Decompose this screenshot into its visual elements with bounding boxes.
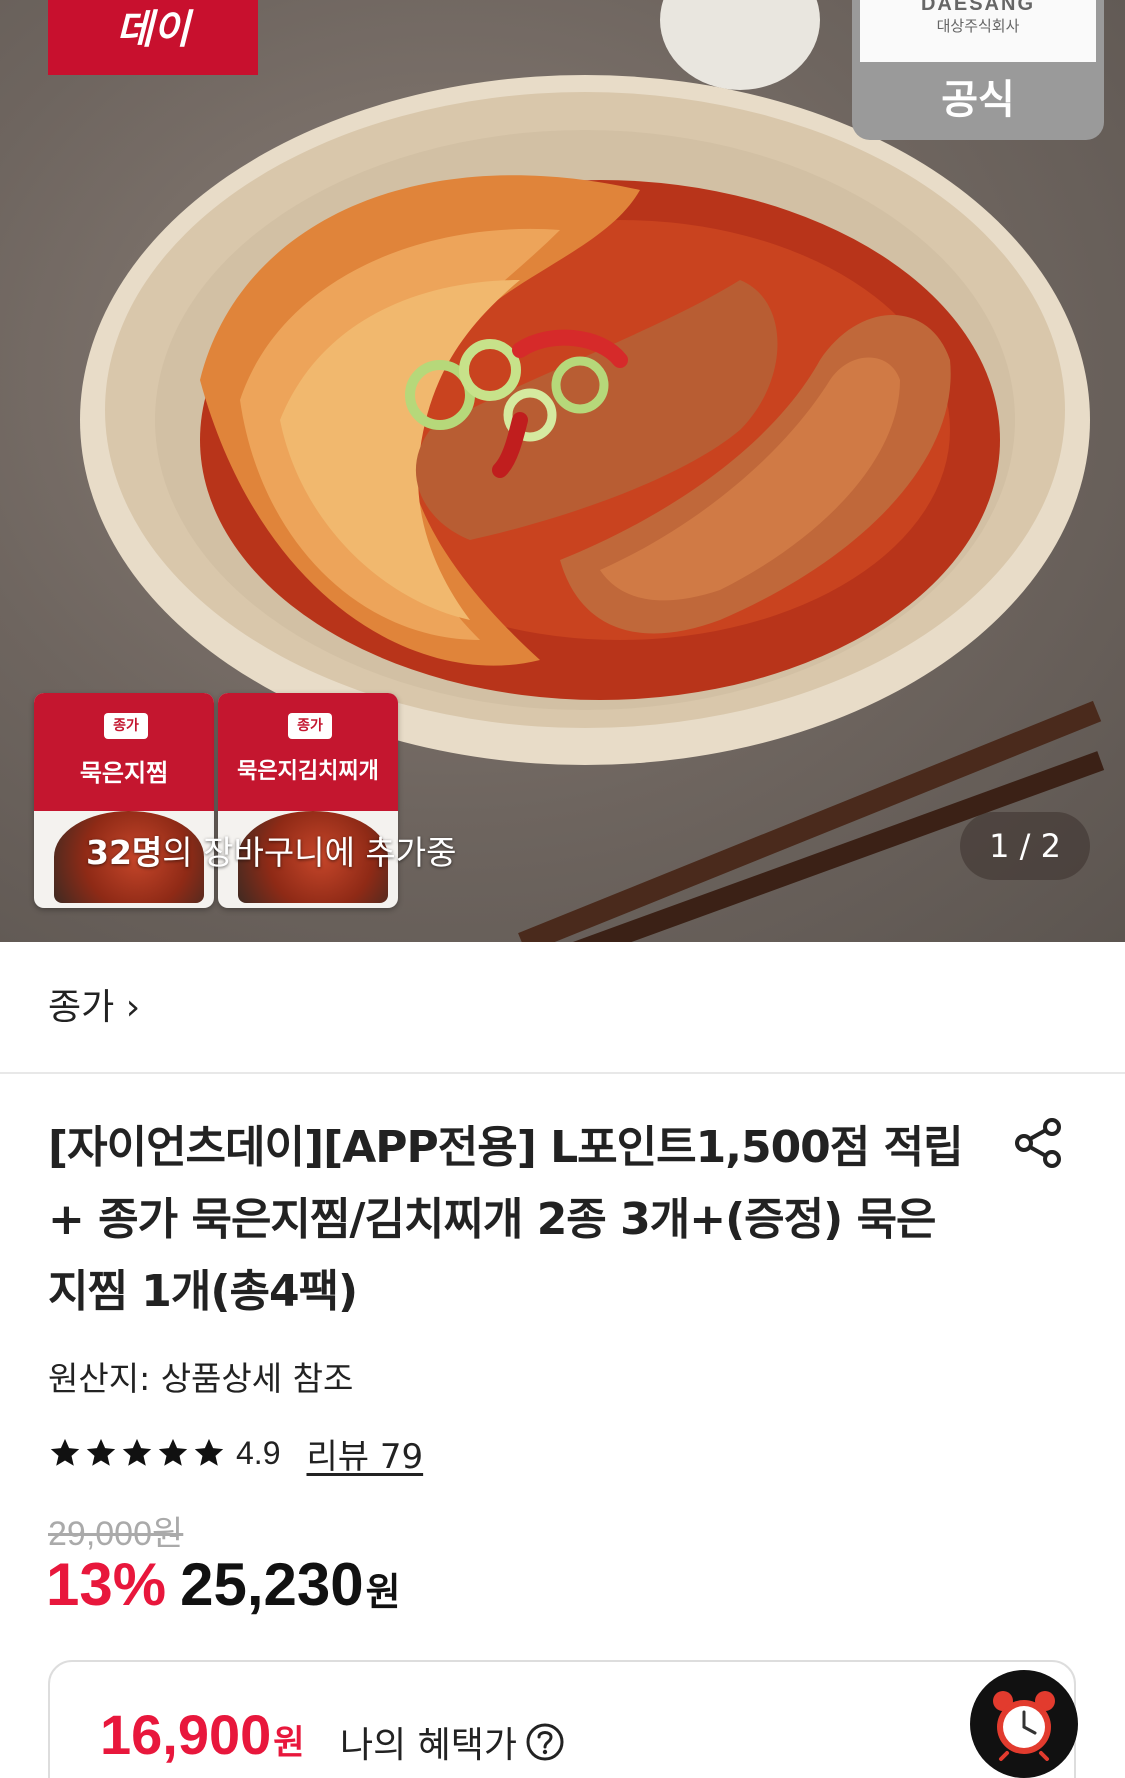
star-rating — [48, 1436, 226, 1470]
pack-brand: 종가 — [288, 713, 332, 739]
question-circle-icon[interactable] — [525, 1722, 565, 1762]
product-image-carousel[interactable]: 데이 DAESANG 대상주식회사 공식 종가 묵은지찜 종가 묵은지김치찌개 … — [0, 0, 1125, 942]
rating-row: 4.9 리뷰 79 — [48, 1429, 423, 1478]
section-divider — [0, 1072, 1125, 1074]
price-row: 13% 25,230 원 — [46, 1550, 401, 1619]
timer-button[interactable] — [970, 1670, 1078, 1778]
badge-brand-ko: 대상주식회사 — [936, 18, 1020, 35]
star-icon — [122, 1438, 152, 1466]
benefit-price-box[interactable]: 16,900 원 나의 혜택가 — [48, 1660, 1076, 1778]
benefit-label-text: 나의 혜택가 — [340, 1725, 518, 1766]
pack-brand: 종가 — [104, 713, 148, 739]
sale-price: 25,230 — [180, 1551, 364, 1618]
share-button[interactable] — [1010, 1115, 1066, 1171]
badge-official-label: 공식 — [941, 77, 1015, 123]
benefit-price-currency: 원 — [273, 1724, 305, 1762]
sale-price-currency: 원 — [365, 1570, 401, 1614]
cart-count: 32명 — [86, 833, 163, 872]
product-pack-image: 종가 묵은지김치찌개 — [218, 693, 398, 908]
benefit-price: 16,900 원 — [100, 1702, 305, 1767]
cart-activity-text: 32명의 장바구니에 추가중 — [86, 826, 457, 874]
cart-suffix: 의 장바구니에 추가중 — [162, 833, 457, 872]
official-store-badge: DAESANG 대상주식회사 공식 — [852, 0, 1104, 140]
original-price: 29,000원 — [48, 1515, 184, 1553]
brand-link-label: 종가 — [48, 987, 115, 1028]
pack-name: 묵은지김치찌개 — [237, 759, 379, 784]
star-icon — [50, 1438, 80, 1466]
discount-rate: 13% — [46, 1551, 167, 1618]
chevron-right-icon: › — [125, 987, 141, 1028]
product-title: [자이언츠데이][APP전용] L포인트1,500점 적립 + 종가 묵은지찜/… — [48, 1122, 964, 1317]
origin-info: 원산지: 상품상세 참조 — [48, 1359, 354, 1398]
benefit-price-value: 16,900 — [100, 1703, 272, 1766]
star-icon — [158, 1438, 188, 1466]
star-icon — [86, 1438, 116, 1466]
carousel-page-indicator: 1 / 2 — [960, 812, 1090, 880]
badge-brand-en: DAESANG — [920, 0, 1035, 15]
rating-value: 4.9 — [236, 1434, 281, 1471]
brand-link[interactable]: 종가 › — [48, 978, 140, 1030]
share-icon — [1015, 1118, 1061, 1168]
brand-logo: 데이 — [48, 0, 258, 75]
alarm-clock-icon — [993, 1691, 1055, 1761]
product-pack-image: 종가 묵은지찜 — [34, 693, 214, 908]
review-count-link[interactable]: 리뷰 79 — [306, 1429, 423, 1478]
benefit-label: 나의 혜택가 — [340, 1716, 565, 1768]
star-icon — [194, 1438, 224, 1466]
pack-name: 묵은지찜 — [79, 759, 169, 787]
